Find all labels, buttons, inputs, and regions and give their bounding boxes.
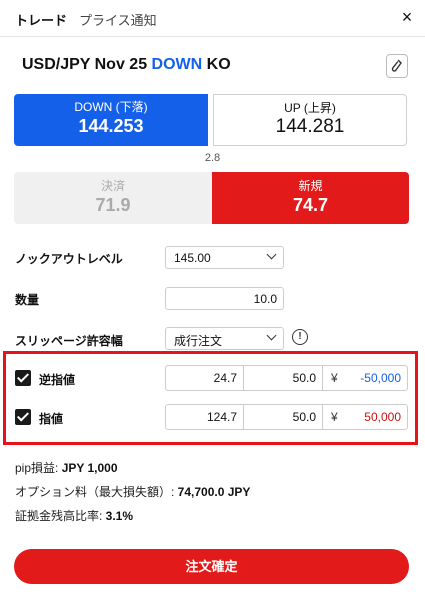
link-icon: [391, 59, 402, 72]
tab-price-alert[interactable]: プライス通知: [79, 10, 157, 29]
stop-order-amount: -50,000: [360, 371, 401, 385]
knockout-level-value: 145.00: [174, 251, 211, 265]
slippage-label: スリッページ許容幅: [15, 334, 123, 348]
limit-order-checkbox[interactable]: [15, 409, 31, 425]
option-fee-value: 74,700.0 JPY: [177, 485, 251, 499]
pip-pnl-value: JPY 1,000: [61, 461, 118, 475]
stop-order-checkbox[interactable]: [15, 370, 31, 386]
tab-divider: [0, 36, 425, 37]
quote-up-value: 144.281: [275, 116, 345, 137]
quantity-label: 数量: [15, 293, 40, 307]
quantity-input[interactable]: 10.0: [165, 287, 284, 310]
limit-order-pips-input[interactable]: 50.0: [244, 405, 323, 429]
currency-symbol: ¥: [331, 371, 338, 385]
instrument-direction: DOWN: [151, 56, 203, 73]
confirm-order-button[interactable]: 注文確定: [14, 549, 409, 584]
settle-label: 決済: [100, 179, 125, 193]
slippage-select[interactable]: 成行注文: [165, 327, 284, 350]
stop-order-label: 逆指値: [39, 373, 76, 387]
knockout-level-label: ノックアウトレベル: [15, 252, 123, 266]
limit-order-label: 指値: [39, 412, 64, 426]
new-order-label: 新規: [298, 179, 323, 193]
currency-symbol: ¥: [331, 410, 338, 424]
pip-pnl-label: pip損益:: [15, 461, 62, 475]
stop-order-fields: 24.7 50.0 ¥ -50,000: [165, 365, 408, 391]
new-order-button[interactable]: 新規 74.7: [212, 172, 409, 224]
option-fee-label: オプション料（最大損失額）:: [15, 485, 178, 499]
spread-value: 2.8: [204, 152, 221, 164]
slippage-value: 成行注文: [174, 334, 223, 348]
chevron-down-icon: [266, 330, 277, 341]
link-button[interactable]: [386, 54, 408, 78]
pip-pnl-row: pip損益: JPY 1,000: [15, 459, 118, 476]
quote-down-button[interactable]: DOWN (下落) 144.253: [14, 94, 208, 146]
limit-order-price-input[interactable]: 124.7: [166, 405, 244, 429]
margin-ratio-label: 証拠金残高比率:: [15, 509, 106, 523]
chevron-down-icon: [266, 249, 277, 260]
instrument-pair: USD/JPY Nov 25: [22, 56, 148, 73]
new-order-value: 74.7: [292, 195, 329, 215]
quote-up-label: UP (上昇): [284, 101, 336, 115]
quote-up-button[interactable]: UP (上昇) 144.281: [213, 94, 407, 146]
quote-down-value: 144.253: [78, 116, 144, 136]
option-fee-row: オプション料（最大損失額）: 74,700.0 JPY: [15, 483, 250, 500]
instrument-type: KO: [206, 56, 231, 73]
knockout-level-select[interactable]: 145.00: [165, 246, 284, 269]
quote-down-label: DOWN (下落): [74, 100, 148, 114]
stop-order-amount-input[interactable]: ¥ -50,000: [323, 366, 407, 390]
settle-button[interactable]: 決済 71.9: [14, 172, 212, 224]
settle-value: 71.9: [95, 195, 131, 215]
margin-ratio-value: 3.1%: [105, 509, 134, 523]
limit-order-fields: 124.7 50.0 ¥ 50,000: [165, 404, 408, 430]
margin-ratio-row: 証拠金残高比率: 3.1%: [15, 507, 133, 524]
stop-order-pips-input[interactable]: 50.0: [244, 366, 323, 390]
close-icon[interactable]: ×: [398, 8, 416, 26]
limit-order-amount: 50,000: [364, 410, 401, 424]
instrument-title: USD/JPY Nov 25 DOWN KO: [22, 56, 231, 74]
info-icon[interactable]: !: [292, 329, 308, 345]
tab-trade[interactable]: トレード: [15, 10, 67, 29]
limit-order-amount-input[interactable]: ¥ 50,000: [323, 405, 407, 429]
stop-order-price-input[interactable]: 24.7: [166, 366, 244, 390]
